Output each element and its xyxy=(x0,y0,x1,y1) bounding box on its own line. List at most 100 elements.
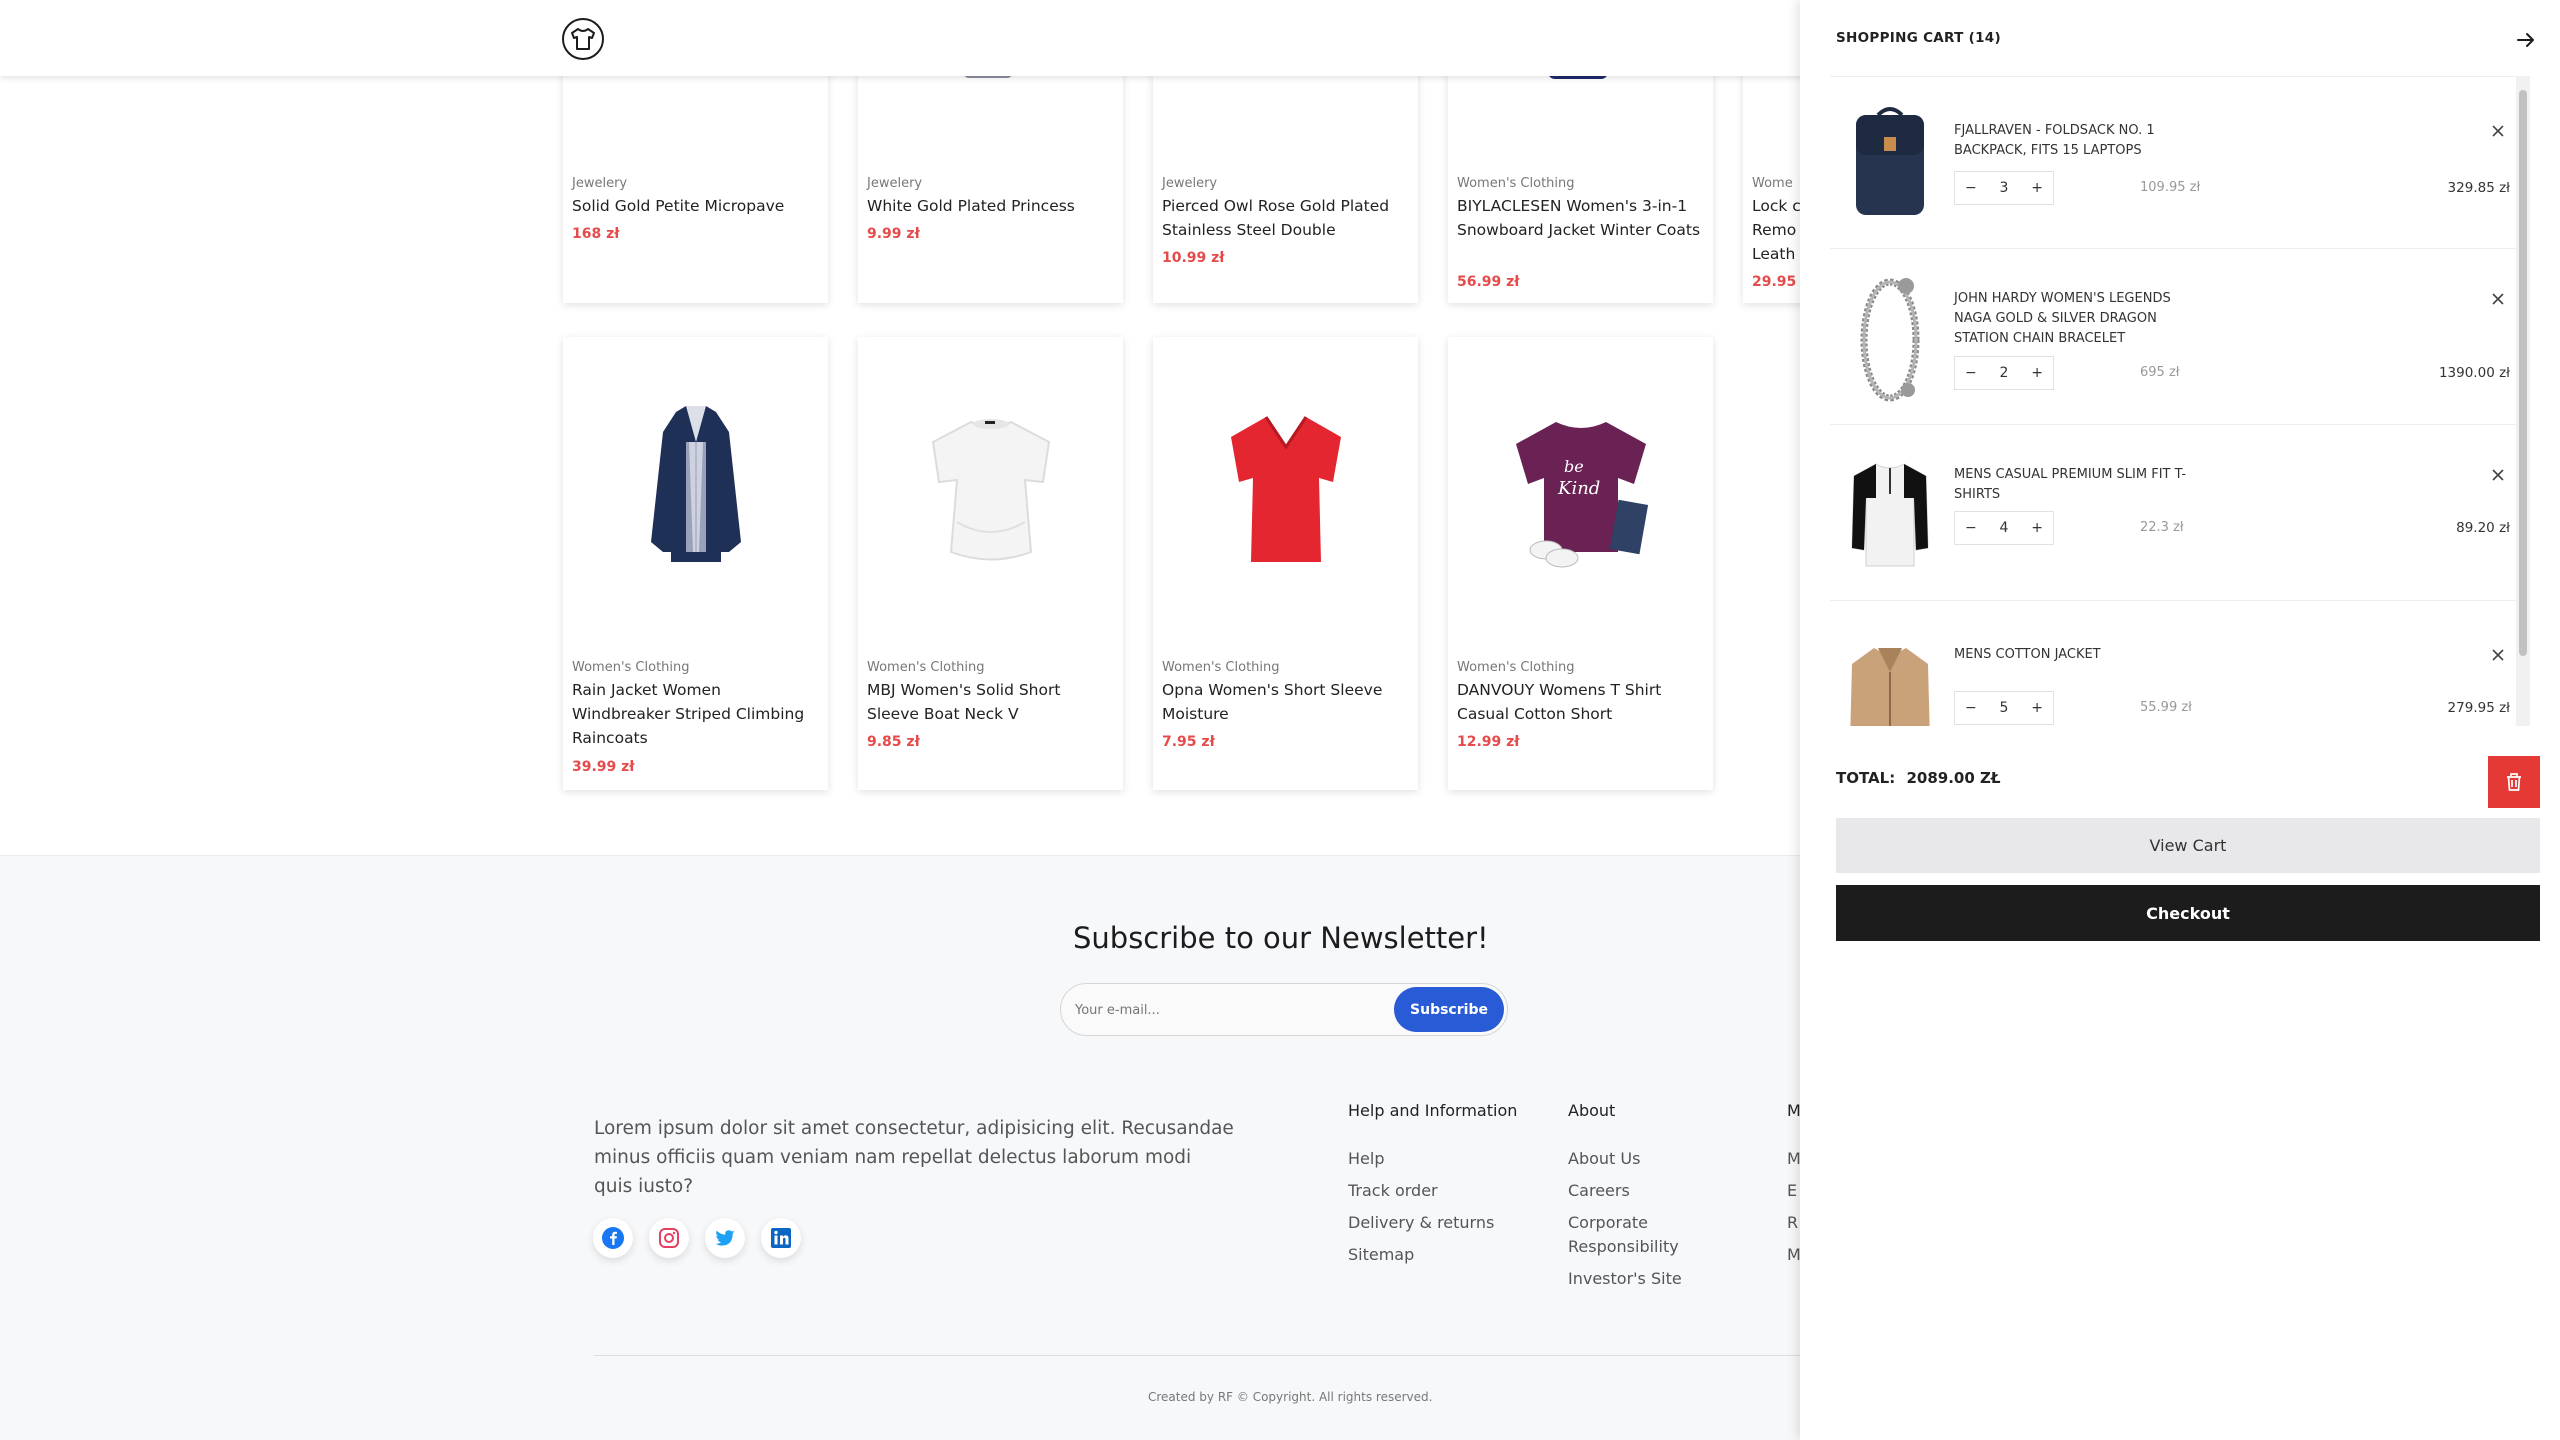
product-category: Jewelery xyxy=(572,176,628,191)
cart-scrollbar[interactable] xyxy=(2516,76,2530,726)
cart-item-name: MENS CASUAL PREMIUM SLIM FIT T-SHIRTS xyxy=(1954,467,2187,502)
view-cart-button[interactable]: View Cart xyxy=(1836,818,2540,873)
product-category: Women's Clothing xyxy=(867,660,985,675)
product-price: 168 zł xyxy=(572,226,620,242)
cart-items-list[interactable]: FJALLRAVEN - FOLDSACK NO. 1 BACKPACK, FI… xyxy=(1830,76,2530,726)
facebook-icon[interactable] xyxy=(593,1218,633,1258)
product-image xyxy=(858,337,1123,637)
footer-link-sitemap[interactable]: Sitemap xyxy=(1348,1243,1414,1267)
close-icon[interactable] xyxy=(2488,645,2508,665)
increase-qty-button[interactable]: + xyxy=(2031,365,2043,381)
footer-link-investors[interactable]: Investor's Site xyxy=(1568,1267,1682,1291)
footer-link-track-order[interactable]: Track order xyxy=(1348,1179,1438,1203)
footer-link-help[interactable]: Help xyxy=(1348,1147,1384,1171)
item-subtotal: 279.95 zł xyxy=(2447,700,2510,716)
decrease-qty-button[interactable]: − xyxy=(1965,520,1977,536)
product-title[interactable]: White Gold Plated Princess xyxy=(867,194,1112,218)
cart-total: TOTAL: 2089.00 ZŁ xyxy=(1836,769,2001,787)
product-card[interactable]: Women's Clothing Opna Women's Short Slee… xyxy=(1153,337,1418,790)
total-value: 2089.00 ZŁ xyxy=(1906,769,2001,787)
clear-cart-button[interactable] xyxy=(2488,756,2540,808)
checkout-button[interactable]: Checkout xyxy=(1836,885,2540,941)
close-icon[interactable] xyxy=(2488,465,2508,485)
product-card[interactable]: Jewelery White Gold Plated Princess 9.99… xyxy=(858,70,1123,303)
product-card[interactable]: Women's Clothing Rain Jacket Women Windb… xyxy=(563,337,828,790)
close-icon[interactable] xyxy=(2488,289,2508,309)
product-title[interactable]: MBJ Women's Solid Short Sleeve Boat Neck… xyxy=(867,678,1112,726)
product-price: 12.99 zł xyxy=(1457,734,1520,750)
cart-item-image xyxy=(1848,453,1932,573)
shopping-cart-drawer: SHOPPING CART (14) FJALLRAVEN - FOLDSACK… xyxy=(1800,0,2560,1440)
product-title[interactable]: BIYLACLESEN Women's 3-in-1 Snowboard Jac… xyxy=(1457,194,1702,242)
cart-item-name: MENS COTTON JACKET xyxy=(1954,647,2101,662)
linkedin-icon[interactable] xyxy=(761,1218,801,1258)
tshirt-icon[interactable] xyxy=(562,18,604,60)
instagram-icon[interactable] xyxy=(649,1218,689,1258)
product-card[interactable]: Women's Clothing BIYLACLESEN Women's 3-i… xyxy=(1448,70,1713,303)
decrease-qty-button[interactable]: − xyxy=(1965,180,1977,196)
unit-price: 55.99 zł xyxy=(2140,700,2192,715)
product-card[interactable]: Jewelery Solid Gold Petite Micropave 168… xyxy=(563,70,828,303)
product-category: Women's Clothing xyxy=(1457,176,1575,191)
product-title[interactable]: Rain Jacket Women Windbreaker Striped Cl… xyxy=(572,678,817,750)
product-price: 39.99 zł xyxy=(572,759,635,775)
product-image xyxy=(563,337,828,637)
product-card[interactable]: Women's Clothing MBJ Women's Solid Short… xyxy=(858,337,1123,790)
quantity-stepper: − 3 + xyxy=(1954,171,2054,205)
footer-link[interactable]: E xyxy=(1787,1179,1797,1203)
qty-value: 2 xyxy=(1999,365,2009,381)
newsletter-form: Subscribe xyxy=(1060,983,1508,1036)
cart-item-image xyxy=(1848,277,1932,402)
footer-col-about-title: About xyxy=(1568,1101,1616,1120)
svg-text:be: be xyxy=(1564,457,1584,476)
cart-item-image xyxy=(1848,101,1932,221)
close-icon[interactable] xyxy=(2488,121,2508,141)
footer-divider xyxy=(594,1355,1860,1356)
product-card[interactable]: be Kind Women's Clothing DANVOUY Womens … xyxy=(1448,337,1713,790)
product-card[interactable]: Jewelery Pierced Owl Rose Gold Plated St… xyxy=(1153,70,1418,303)
twitter-icon[interactable] xyxy=(705,1218,745,1258)
unit-price: 22.3 zł xyxy=(2140,520,2184,535)
increase-qty-button[interactable]: + xyxy=(2031,180,2043,196)
subscribe-button[interactable]: Subscribe xyxy=(1394,987,1504,1032)
cart-item-name: JOHN HARDY WOMEN'S LEGENDS NAGA GOLD & S… xyxy=(1954,291,2171,346)
product-price: 29.95 xyxy=(1752,274,1797,290)
increase-qty-button[interactable]: + xyxy=(2031,520,2043,536)
cart-item-name: FJALLRAVEN - FOLDSACK NO. 1 BACKPACK, FI… xyxy=(1954,123,2155,158)
footer-link-careers[interactable]: Careers xyxy=(1568,1179,1630,1203)
decrease-qty-button[interactable]: − xyxy=(1965,700,1977,716)
cart-item: MENS CASUAL PREMIUM SLIM FIT T-SHIRTS − … xyxy=(1830,425,2530,601)
footer-link-about-us[interactable]: About Us xyxy=(1568,1147,1640,1171)
footer-link-delivery[interactable]: Delivery & returns xyxy=(1348,1211,1494,1235)
product-title[interactable]: Opna Women's Short Sleeve Moisture xyxy=(1162,678,1407,726)
unit-price: 695 zł xyxy=(2140,365,2180,380)
item-subtotal: 1390.00 zł xyxy=(2438,365,2510,381)
product-image xyxy=(1153,337,1418,637)
product-price: 9.99 zł xyxy=(867,226,920,242)
footer-link[interactable]: M xyxy=(1787,1243,1801,1267)
product-category: Women's Clothing xyxy=(1162,660,1280,675)
increase-qty-button[interactable]: + xyxy=(2031,700,2043,716)
quantity-stepper: − 2 + xyxy=(1954,356,2054,390)
footer-col-third-title: M xyxy=(1787,1101,1801,1120)
unit-price: 109.95 zł xyxy=(2140,180,2201,195)
scrollbar-thumb[interactable] xyxy=(2519,90,2527,656)
total-label: TOTAL: xyxy=(1836,769,1896,787)
arrow-right-icon[interactable] xyxy=(2512,26,2540,54)
product-price: 9.85 zł xyxy=(867,734,920,750)
product-title[interactable]: Pierced Owl Rose Gold Plated Stainless S… xyxy=(1162,194,1407,242)
item-subtotal: 89.20 zł xyxy=(2456,520,2510,536)
product-title[interactable]: Lock c Remo Leath xyxy=(1752,194,1802,266)
product-title[interactable]: Solid Gold Petite Micropave xyxy=(572,194,817,218)
product-category: Jewelery xyxy=(867,176,923,191)
decrease-qty-button[interactable]: − xyxy=(1965,365,1977,381)
product-price: 7.95 zł xyxy=(1162,734,1215,750)
footer-link-corporate[interactable]: Corporate Responsibility xyxy=(1568,1211,1698,1259)
product-title[interactable]: DANVOUY Womens T Shirt Casual Cotton Sho… xyxy=(1457,678,1702,726)
product-image: be Kind xyxy=(1448,337,1713,637)
newsletter-email-input[interactable] xyxy=(1075,994,1375,1026)
footer-link[interactable]: M xyxy=(1787,1147,1801,1171)
footer-about-text: Lorem ipsum dolor sit amet consectetur, … xyxy=(594,1118,1234,1197)
footer-link[interactable]: R xyxy=(1787,1211,1798,1235)
product-category: Women's Clothing xyxy=(572,660,690,675)
